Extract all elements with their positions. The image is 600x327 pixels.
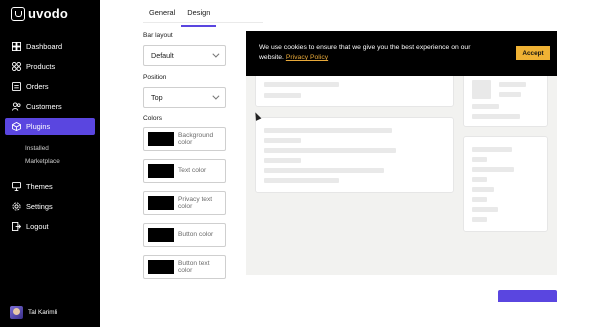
cookie-bar: We use cookies to ensure that we give yo… [246,31,557,76]
color-field-label: Text color [178,167,207,175]
color-swatch[interactable] [148,260,174,274]
sidebar-subitem-installed[interactable]: Installed [5,142,95,154]
sidebar-item-logout[interactable]: Logout [5,218,95,235]
color-swatch[interactable] [148,132,174,146]
tab-general[interactable]: General [143,6,181,27]
preview-card [463,136,548,232]
position-value: Top [151,93,163,102]
sidebar-nav-secondary: Themes Settings Logout [5,178,95,238]
tabs: General Design [143,6,217,27]
color-field-label: Button text color [178,259,210,274]
sidebar-item-label: Plugins [26,122,51,131]
logout-icon [12,222,21,231]
user-name: Tal Karimli [28,309,58,316]
bar-layout-value: Default [151,51,174,60]
chevron-down-icon [212,50,220,58]
color-swatch[interactable] [148,164,174,178]
sidebar-item-label: Themes [26,182,53,191]
accept-button[interactable]: Accept [516,46,550,60]
color-field-label: Button color [178,231,214,239]
sidebar-item-label: Customers [26,102,62,111]
avatar [10,306,23,319]
cookie-message: We use cookies to ensure that we give yo… [259,43,484,63]
sidebar-item-label: Products [26,62,56,71]
products-icon [12,62,21,71]
sidebar-item-themes[interactable]: Themes [5,178,95,195]
themes-icon [12,182,21,191]
privacy-text-color-field[interactable]: Privacy text color [143,191,226,215]
position-label: Position [143,74,167,81]
color-swatch[interactable] [148,196,174,210]
sidebar-item-customers[interactable]: Customers [5,98,95,115]
sidebar-item-dashboard[interactable]: Dashboard [5,38,95,55]
app-logo[interactable]: uvodo [11,6,68,21]
app-name: uvodo [28,6,68,21]
plugins-icon [12,122,21,131]
text-color-field[interactable]: Text color [143,159,226,183]
sidebar-item-label: Logout [26,222,49,231]
button-text-color-field[interactable]: Button text color [143,255,226,279]
bar-layout-select[interactable]: Default [143,45,226,66]
color-field-label: Background color [178,131,214,146]
color-field-label: Privacy text color [178,195,213,210]
logo-icon [11,6,25,21]
customers-icon [12,102,21,111]
settings-icon [12,202,21,211]
chevron-down-icon [212,92,220,100]
bar-layout-label: Bar layout [143,32,173,39]
sidebar-subitem-marketplace[interactable]: Marketplace [5,155,95,167]
sidebar-item-label: Settings [26,202,53,211]
preview-card [463,71,548,127]
sidebar-item-label: Orders [26,82,49,91]
color-swatch[interactable] [148,228,174,242]
sidebar-item-label: Dashboard [26,42,63,51]
button-color-field[interactable]: Button color [143,223,226,247]
position-select[interactable]: Top [143,87,226,108]
sidebar-item-settings[interactable]: Settings [5,198,95,215]
preview-card [255,117,454,193]
privacy-policy-link[interactable]: Privacy Policy [286,54,328,61]
sidebar-item-products[interactable]: Products [5,58,95,75]
save-button[interactable] [498,290,557,302]
background-color-field[interactable]: Background color [143,127,226,151]
preview-card [255,71,454,107]
colors-label: Colors [143,115,163,122]
sidebar-nav: Dashboard Products Orders Customers Plug… [5,38,95,168]
user-profile[interactable]: Tal Karimli [10,306,57,319]
tab-design[interactable]: Design [181,6,217,27]
sidebar-item-plugins[interactable]: Plugins [5,118,95,135]
sidebar: uvodo Dashboard Products Orders Customer… [0,0,100,327]
dashboard-icon [12,42,21,51]
sidebar-item-orders[interactable]: Orders [5,78,95,95]
orders-icon [12,82,21,91]
